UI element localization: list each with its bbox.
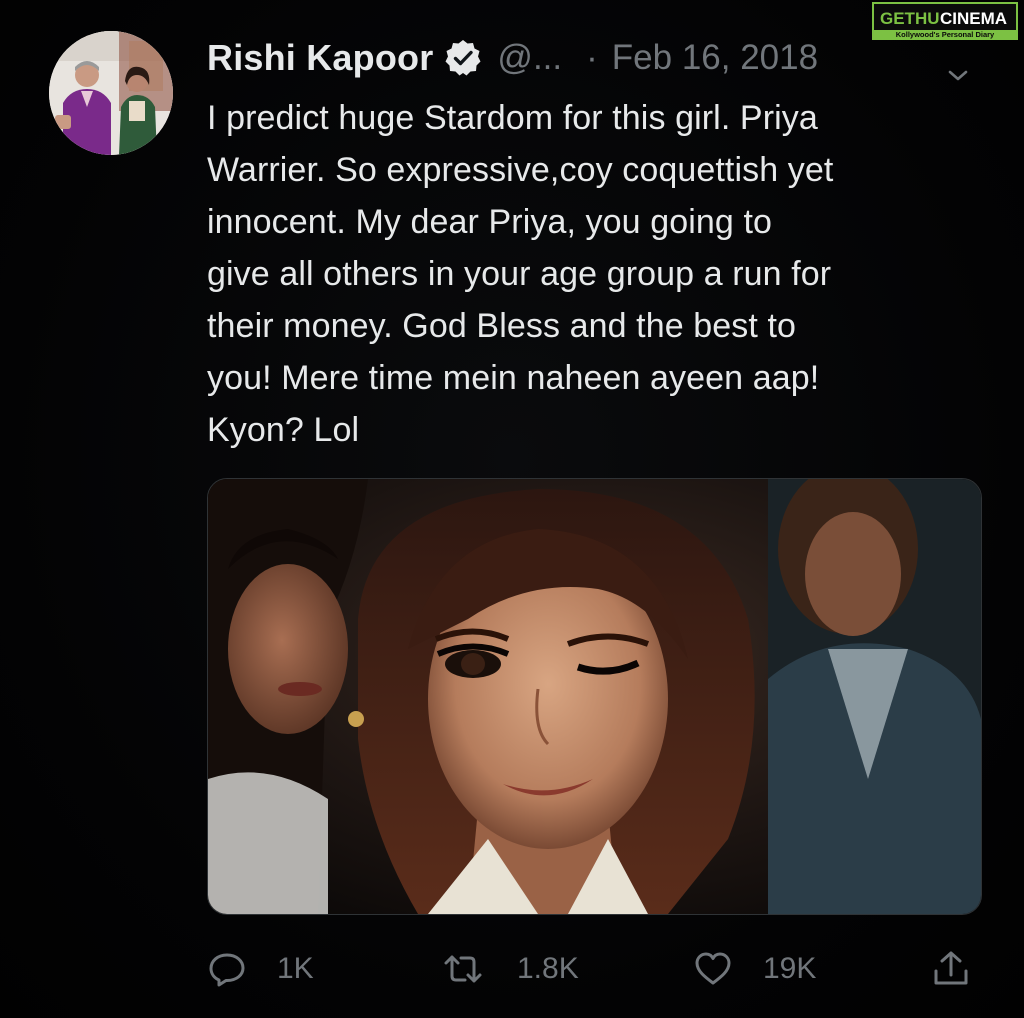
author-handle[interactable]: @... xyxy=(497,38,562,78)
like-count: 19K xyxy=(763,952,817,985)
share-button[interactable] xyxy=(931,945,971,993)
gethucinema-watermark-logo: GETHU CINEMA Kollywood's Personal Diary xyxy=(872,2,1018,40)
reply-button[interactable]: 1K xyxy=(207,945,314,993)
retweet-count: 1.8K xyxy=(517,952,579,985)
author-display-name[interactable]: Rishi Kapoor xyxy=(207,37,433,79)
header-separator: · xyxy=(586,38,598,77)
avatar-photo xyxy=(49,31,173,155)
retweet-button[interactable]: 1.8K xyxy=(443,945,579,993)
tweet-media-photo[interactable] xyxy=(207,478,982,915)
watermark-text-left: GETHU xyxy=(880,9,940,28)
tweet-text-line: Warrier. So expressive,coy coquettish ye… xyxy=(207,151,834,189)
retweet-icon xyxy=(444,955,482,983)
tweet-text: I predict huge Stardom for this girl. Pr… xyxy=(207,92,997,456)
tweet-action-bar: 1K 1.8K 19K xyxy=(207,945,977,993)
tweet-date[interactable]: Feb 16, 2018 xyxy=(612,38,818,78)
watermark-text-right: CINEMA xyxy=(940,9,1007,28)
tweet-text-line: give all others in your age group a run … xyxy=(207,255,832,293)
like-button[interactable]: 19K xyxy=(693,945,816,993)
photo-illustration xyxy=(208,479,981,914)
tweet-text-line: I predict huge Stardom for this girl. Pr… xyxy=(207,99,818,137)
verified-badge-icon xyxy=(443,38,483,78)
heart-icon xyxy=(695,952,731,985)
reply-count: 1K xyxy=(277,952,314,985)
tweet-text-line: you! Mere time mein naheen ayeen aap! xyxy=(207,359,820,397)
watermark-tagline: Kollywood's Personal Diary xyxy=(896,30,995,39)
tweet-text-line: innocent. My dear Priya, you going to xyxy=(207,203,773,241)
share-icon xyxy=(934,951,968,985)
tweet-screenshot: Rishi Kapoor @... · Feb 16, 2018 I predi… xyxy=(0,0,1024,1018)
reply-icon xyxy=(209,953,245,987)
author-avatar[interactable] xyxy=(49,31,173,155)
tweet-text-line: their money. God Bless and the best to xyxy=(207,307,797,345)
chevron-down-icon[interactable] xyxy=(946,64,970,88)
tweet-header: Rishi Kapoor @... · Feb 16, 2018 xyxy=(207,36,818,80)
tweet-text-line: Kyon? Lol xyxy=(207,411,360,449)
